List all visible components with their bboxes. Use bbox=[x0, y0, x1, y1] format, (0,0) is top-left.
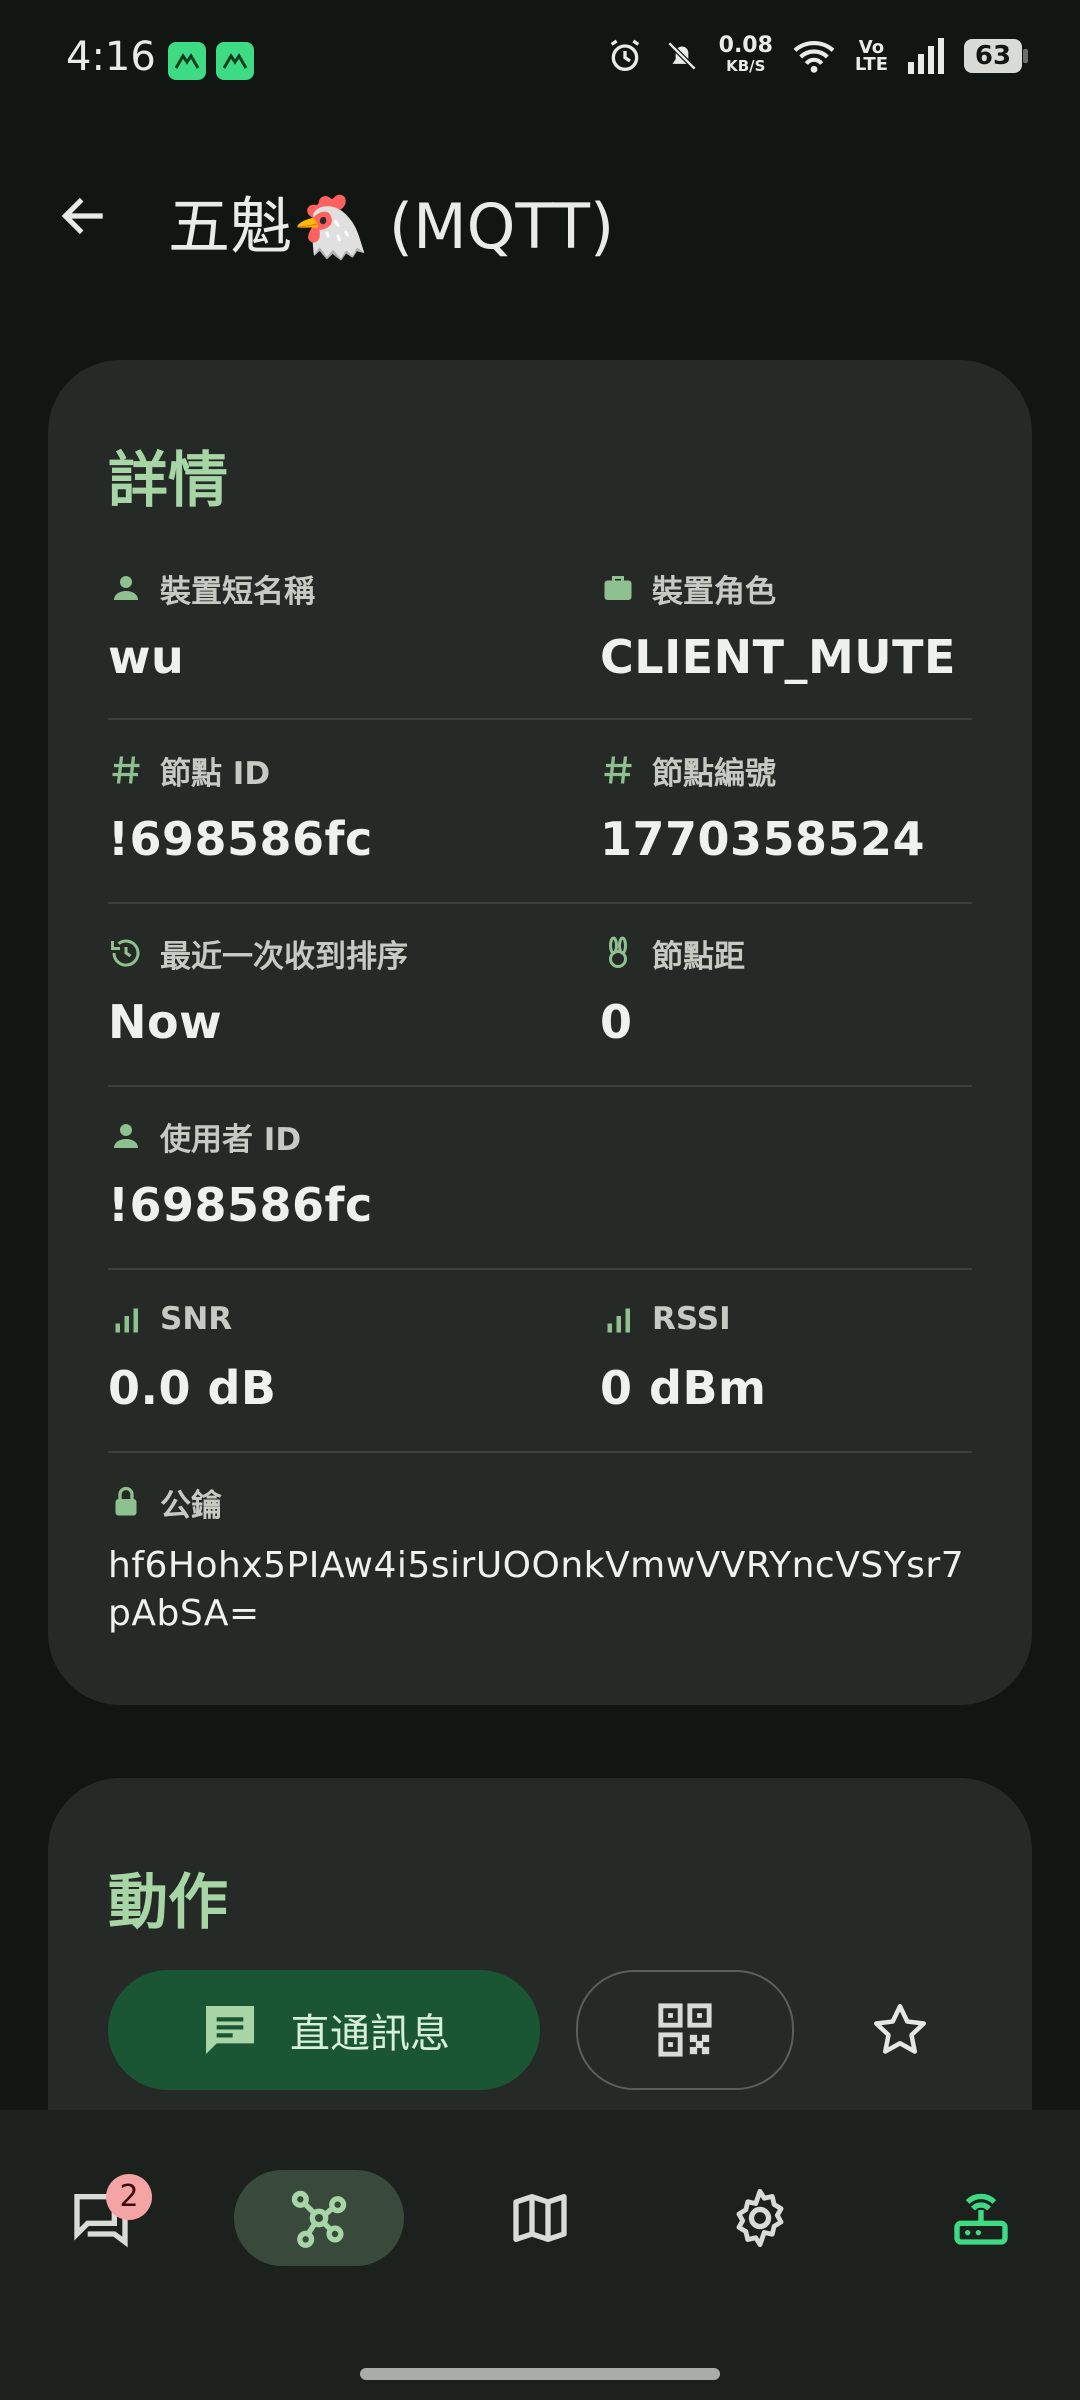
hash-icon bbox=[604, 756, 632, 784]
status-bar: 4:16 0.08 KB/S Vo LTE 63 bbox=[0, 0, 1080, 120]
details-heading: 詳情 bbox=[108, 446, 228, 516]
snr-label: SNR bbox=[160, 1301, 233, 1337]
nav-map[interactable] bbox=[455, 2170, 625, 2266]
app-notification-icon bbox=[216, 42, 254, 80]
hops-label: 節點距 bbox=[652, 938, 745, 975]
router-connected-icon bbox=[954, 2193, 1008, 2245]
node-number-field: 節點編號 1770358524 bbox=[600, 750, 926, 867]
actions-card: 動作 直通訊息 bbox=[48, 1778, 1032, 2138]
history-icon bbox=[111, 939, 140, 967]
node-number-value: 1770358524 bbox=[600, 812, 926, 866]
last-heard-label: 最近一次收到排序 bbox=[160, 938, 408, 975]
briefcase-icon bbox=[604, 576, 632, 600]
hash-icon bbox=[112, 756, 140, 784]
volte-indicator: Vo LTE bbox=[854, 39, 888, 75]
last-heard-value: Now bbox=[108, 995, 223, 1049]
person-icon bbox=[114, 576, 138, 600]
status-icons: 0.08 KB/S Vo LTE 63 bbox=[605, 33, 1028, 76]
nav-settings[interactable] bbox=[675, 2170, 845, 2266]
nav-connections[interactable] bbox=[896, 2170, 1066, 2266]
short-name-field: 裝置短名稱 wu bbox=[108, 568, 315, 685]
hub-icon bbox=[291, 2190, 347, 2248]
short-name-value: wu bbox=[108, 630, 185, 684]
hops-field: 節點距 0 bbox=[600, 933, 745, 1049]
favorite-button[interactable] bbox=[860, 1990, 940, 2070]
gear-icon bbox=[736, 2188, 784, 2248]
node-number-label: 節點編號 bbox=[652, 755, 776, 792]
wifi-icon bbox=[793, 40, 835, 73]
qr-code-button[interactable] bbox=[576, 1970, 794, 2090]
node-id-field: 節點 ID !698586fc bbox=[108, 750, 373, 867]
rssi-field: RSSI 0 dBm bbox=[600, 1299, 766, 1415]
snr-field: SNR 0.0 dB bbox=[108, 1299, 277, 1415]
last-heard-field: 最近一次收到排序 Now bbox=[108, 933, 408, 1050]
unread-badge: 2 bbox=[106, 2174, 152, 2220]
public-key-value[interactable]: hf6Hohx5PIAw4i5sirUOOnkVmwVVRYncVSYsr7pA… bbox=[108, 1542, 978, 1638]
star-outline-icon bbox=[874, 2004, 926, 2054]
app-bar: 五魁🐔 (MQTT) bbox=[0, 150, 1080, 280]
node-id-label: 節點 ID bbox=[160, 755, 271, 792]
net-speed-unit: KB/S bbox=[726, 57, 766, 75]
cell-signal-icon bbox=[908, 38, 944, 74]
home-indicator[interactable] bbox=[360, 2368, 720, 2380]
person-icon bbox=[114, 1124, 138, 1148]
rabbit-icon bbox=[609, 936, 627, 968]
net-speed-value: 0.08 bbox=[718, 33, 773, 58]
divider bbox=[108, 902, 972, 904]
role-field: 裝置角色 CLIENT_MUTE bbox=[600, 568, 956, 685]
snr-value: 0.0 dB bbox=[108, 1361, 277, 1415]
nav-nodes[interactable] bbox=[234, 2170, 404, 2266]
node-id-value: !698586fc bbox=[108, 812, 373, 866]
divider bbox=[108, 1268, 972, 1270]
public-key-label: 公鑰 bbox=[160, 1487, 222, 1524]
nav-messages[interactable]: 2 bbox=[16, 2170, 186, 2266]
bottom-navigation: 2 bbox=[0, 2110, 1080, 2400]
alarm-icon bbox=[610, 39, 639, 71]
rssi-label: RSSI bbox=[652, 1301, 731, 1337]
public-key-field: 公鑰 hf6Hohx5PIAw4i5sirUOOnkVmwVVRYncVSYsr… bbox=[108, 1482, 978, 1638]
short-name-label: 裝置短名稱 bbox=[160, 573, 315, 610]
details-card: 詳情 裝置短名稱 wu 裝置角色 CLIENT_MUTE 節點 ID !6985… bbox=[48, 360, 1032, 1705]
direct-message-button[interactable]: 直通訊息 bbox=[108, 1970, 540, 2090]
user-id-field: 使用者 ID !698586fc bbox=[108, 1116, 373, 1233]
qr-code-icon bbox=[658, 2003, 712, 2057]
role-label: 裝置角色 bbox=[652, 573, 776, 610]
signal-bars-icon bbox=[115, 1308, 138, 1333]
user-id-label: 使用者 ID bbox=[160, 1121, 302, 1158]
page-title: 五魁🐔 (MQTT) bbox=[168, 190, 615, 263]
battery-indicator: 63 bbox=[964, 39, 1028, 73]
rssi-value: 0 dBm bbox=[600, 1361, 767, 1415]
message-icon bbox=[206, 2006, 254, 2054]
divider bbox=[108, 718, 972, 720]
status-time: 4:16 bbox=[66, 34, 156, 80]
user-id-value: !698586fc bbox=[108, 1178, 373, 1232]
back-button[interactable] bbox=[48, 180, 120, 252]
volte-bottom: LTE bbox=[854, 54, 888, 75]
app-notification-icon bbox=[168, 42, 206, 80]
bell-muted-icon bbox=[667, 41, 696, 71]
map-icon bbox=[513, 2194, 567, 2242]
divider bbox=[108, 1451, 972, 1453]
divider bbox=[108, 1085, 972, 1087]
lock-icon bbox=[115, 1486, 137, 1516]
arrow-back-icon bbox=[61, 197, 103, 235]
hops-value: 0 bbox=[600, 995, 633, 1049]
role-value: CLIENT_MUTE bbox=[600, 630, 956, 684]
signal-bars-icon bbox=[607, 1308, 630, 1333]
network-speed: 0.08 KB/S bbox=[718, 33, 773, 76]
direct-message-label: 直通訊息 bbox=[290, 2011, 450, 2057]
actions-heading: 動作 bbox=[108, 1868, 228, 1938]
